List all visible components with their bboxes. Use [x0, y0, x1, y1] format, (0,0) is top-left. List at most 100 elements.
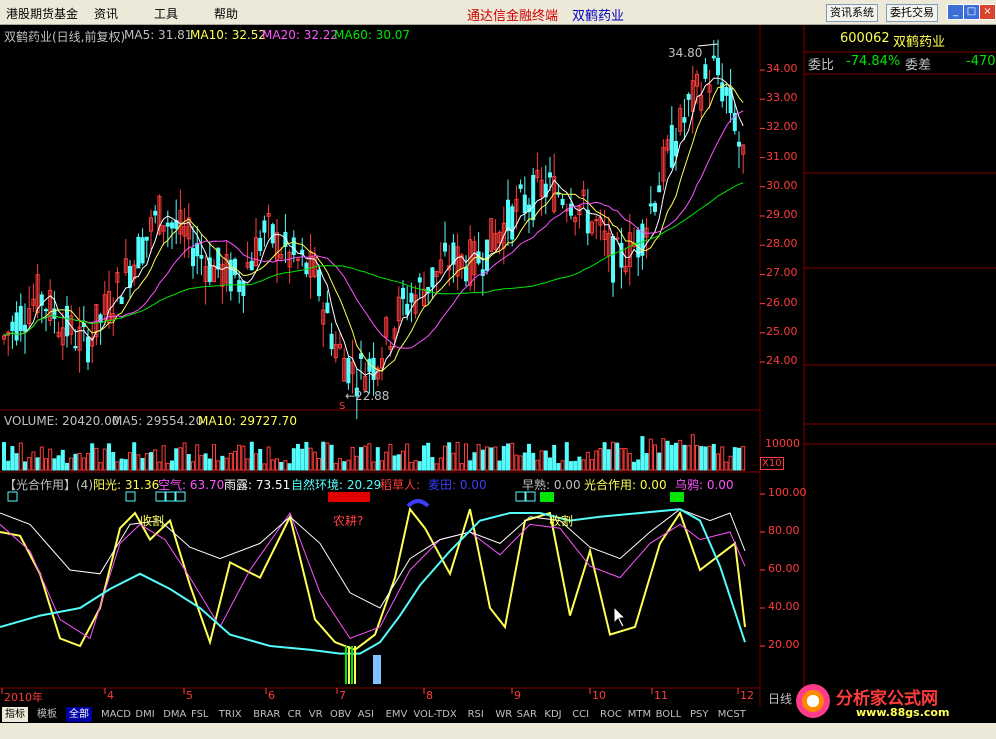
- volume-bar: [317, 457, 321, 471]
- quote-name: 双鹤药业: [893, 35, 946, 50]
- menu-item-help[interactable]: 帮助: [214, 5, 238, 22]
- candle-body: [716, 57, 720, 76]
- tab-rsi[interactable]: RSI: [465, 707, 487, 722]
- volume-bar: [199, 455, 204, 471]
- volume-bar: [438, 457, 443, 471]
- tab-trix[interactable]: TRIX: [216, 707, 245, 722]
- tab-dmi[interactable]: DMI: [132, 707, 157, 722]
- chart-canvas[interactable]: [0, 25, 996, 706]
- volume-bar: [615, 442, 620, 471]
- candle-body: [653, 202, 657, 212]
- tab-asi[interactable]: ASI: [355, 707, 377, 722]
- wb-value: -74.84%: [846, 54, 901, 69]
- volume-bar: [144, 453, 149, 471]
- moving-average-lines: [3, 77, 744, 378]
- date-axis-label: 10: [592, 689, 606, 702]
- volume-bar: [737, 447, 741, 471]
- tab-fsl[interactable]: FSL: [188, 707, 212, 722]
- tab-全部[interactable]: 全部: [66, 707, 92, 722]
- volume-bar: [56, 455, 61, 471]
- volume-bar: [518, 455, 523, 471]
- trade-button[interactable]: 委托交易: [886, 4, 938, 22]
- tab-mtm[interactable]: MTM: [625, 707, 654, 722]
- tab-dma[interactable]: DMA: [160, 707, 189, 722]
- volume-bar: [342, 461, 347, 471]
- news-system-button[interactable]: 资讯系统: [826, 4, 878, 22]
- candle-body: [18, 305, 23, 331]
- candle-body: [674, 141, 678, 157]
- tab-brar[interactable]: BRAR: [250, 707, 283, 722]
- menu-item-tools[interactable]: 工具: [154, 5, 178, 22]
- candle-body: [531, 174, 536, 221]
- sunlight-line: [0, 506, 746, 651]
- tab-obv[interactable]: OBV: [327, 707, 354, 722]
- tab-emv[interactable]: EMV: [383, 707, 411, 722]
- candle-body: [296, 258, 300, 261]
- period-label[interactable]: 日线: [768, 690, 792, 707]
- volume-bar: [468, 460, 473, 471]
- marker-box: [525, 491, 536, 502]
- volume-bar: [657, 452, 662, 471]
- candle-body: [443, 242, 447, 252]
- tab-kdj[interactable]: KDJ: [541, 707, 564, 722]
- volume-bar: [258, 449, 263, 471]
- volume-bar: [254, 453, 258, 471]
- wb-label: 委比: [808, 58, 835, 73]
- tab-cci[interactable]: CCI: [569, 707, 592, 722]
- tab-macd[interactable]: MACD: [98, 707, 134, 722]
- tab-指标[interactable]: 指标: [2, 707, 28, 722]
- ma20-label: MA20: 32.22: [262, 28, 339, 42]
- volume-bar: [90, 443, 95, 471]
- menu-item-hk[interactable]: 港股期货基金: [6, 5, 78, 22]
- volume-bar: [182, 442, 187, 471]
- close-icon[interactable]: ×: [979, 4, 996, 20]
- volume-bar: [623, 448, 628, 471]
- date-axis-label: 11: [654, 689, 668, 702]
- indicator-name[interactable]: 【光合作用】(4): [4, 476, 93, 493]
- volume-bar: [640, 436, 645, 471]
- volume-bar: [367, 443, 372, 471]
- ma10-label: MA10: 32.52: [190, 28, 267, 42]
- candle-body: [548, 172, 552, 178]
- tab-mcst[interactable]: MCST: [715, 707, 749, 722]
- volume-bar: [94, 447, 99, 471]
- tab-wr[interactable]: WR: [492, 707, 515, 722]
- minimize-icon[interactable]: _: [947, 4, 964, 20]
- volume-bar: [27, 457, 32, 471]
- volume-bar: [485, 446, 489, 471]
- candle-body: [409, 292, 414, 303]
- tab-模板[interactable]: 模板: [34, 707, 60, 722]
- tab-boll[interactable]: BOLL: [653, 707, 685, 722]
- tab-vr[interactable]: VR: [306, 707, 326, 722]
- indicator-axis-label: 80.00: [768, 524, 800, 537]
- candle-body: [737, 141, 741, 147]
- candle-body: [346, 357, 351, 384]
- volume-bar: [506, 443, 510, 471]
- volume-bar: [216, 460, 221, 471]
- tab-roc[interactable]: ROC: [597, 707, 625, 722]
- date-axis-label: 8: [426, 689, 433, 702]
- cursor-icon: [613, 605, 627, 628]
- wc-label: 委差: [905, 58, 932, 73]
- volume-bar: [107, 443, 111, 471]
- volume-bar: [174, 448, 179, 471]
- volume-bar: [31, 451, 36, 471]
- tab-sar[interactable]: SAR: [514, 707, 540, 722]
- tab-psy[interactable]: PSY: [687, 707, 712, 722]
- candle-body: [506, 199, 510, 231]
- farming-marker: [328, 492, 370, 502]
- tab-cr[interactable]: CR: [285, 707, 305, 722]
- volume-bar: [497, 460, 502, 471]
- volume-bar: [44, 458, 48, 471]
- candle-body: [317, 269, 321, 297]
- maximize-icon[interactable]: □: [963, 4, 980, 20]
- indicator-axis-label: 20.00: [768, 638, 800, 651]
- tab-vol-tdx[interactable]: VOL-TDX: [410, 707, 459, 722]
- indicator-wy: 乌鸦: 0.00: [675, 478, 734, 492]
- volume-bar: [501, 446, 506, 471]
- date-axis-label: 6: [268, 689, 275, 702]
- menu-item-news[interactable]: 资讯: [94, 5, 118, 22]
- volume-bar: [661, 438, 666, 471]
- volume-bar: [132, 442, 137, 471]
- volume-bar: [10, 446, 15, 471]
